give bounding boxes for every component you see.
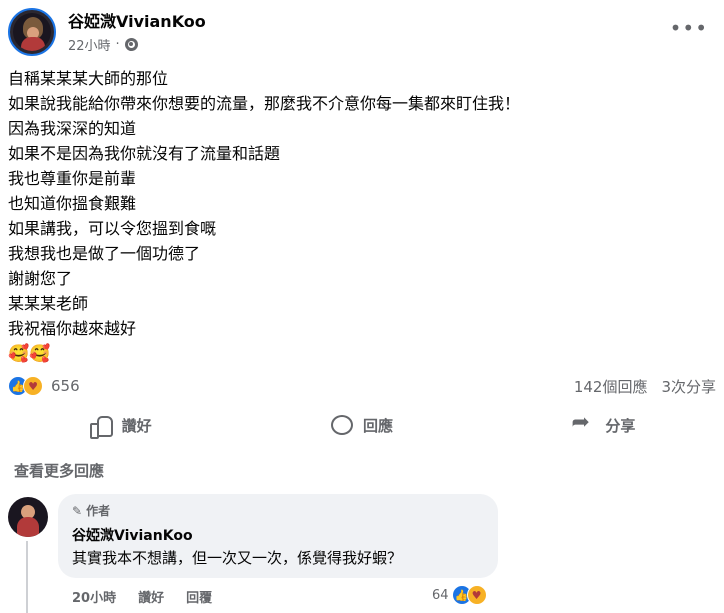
comment-bubble: ✎ 作者 谷婭溦VivianKoo 其實我本不想講，但一次又一次，係覺得我好蝦？ (58, 494, 498, 578)
shares-count[interactable]: 3次分享 (661, 376, 716, 397)
thread-line (26, 541, 28, 613)
care-reaction-icon: ♥ (466, 585, 487, 605)
post-line: 我也尊重你是前輩 (8, 169, 137, 188)
globe-icon (124, 38, 138, 51)
comment-label: 回應 (362, 416, 393, 435)
post-timestamp[interactable]: 22小時 (68, 35, 111, 54)
post-stats: 142個回應 3次分享 (574, 376, 716, 397)
like-label: 讚好 (121, 416, 152, 435)
comment-reply-button[interactable]: 回覆 (186, 587, 212, 606)
comment-button[interactable]: 回應 (241, 404, 482, 446)
comment-reaction-count: 64 (432, 587, 449, 603)
view-more-replies-link[interactable]: 查看更多回應 (14, 460, 104, 481)
post-body: 自稱某某某大師的那位 如果說我能給你帶來你想要的流量，那麼我不介意你每一集都來盯… (8, 66, 520, 341)
post-line: 謝謝您了 (8, 269, 73, 288)
post-action-bar: 讚好 回應 分享 (0, 404, 724, 446)
share-button[interactable]: 分享 (483, 404, 724, 446)
post-line: 我想我也是做了一個功德了 (8, 244, 201, 263)
share-icon (571, 410, 595, 435)
post-author-name[interactable]: 谷婭溦VivianKoo (68, 8, 206, 32)
post-header: 谷婭溦VivianKoo 22小時 · ••• (0, 0, 724, 64)
author-badge: ✎ 作者 (72, 502, 110, 519)
reaction-summary: 👍 ♥ 656 142個回應 3次分享 (8, 374, 716, 398)
comment-timestamp[interactable]: 20小時 (72, 587, 116, 606)
post-line: 如果講我，可以令您搵到食嘅 (8, 219, 217, 238)
care-reaction-icon[interactable]: ♥ (23, 376, 43, 396)
like-button[interactable]: 讚好 (0, 404, 241, 446)
post-line: 也知道你搵食艱難 (8, 194, 137, 213)
comment-author-name[interactable]: 谷婭溦VivianKoo (72, 525, 193, 545)
comment-like-button[interactable]: 讚好 (138, 587, 164, 606)
post-line: 如果不是因為我你就沒有了流量和話題 (8, 144, 281, 163)
comments-count[interactable]: 142個回應 (574, 376, 648, 397)
post-line: 因為我深深的知道 (8, 119, 137, 138)
commenter-avatar[interactable] (8, 497, 48, 537)
thumbs-up-icon (89, 415, 113, 439)
author-badge-label: 作者 (86, 504, 111, 518)
more-icon[interactable]: ••• (670, 16, 708, 40)
comment-reactions[interactable]: 64 👍 ♥ (432, 585, 487, 605)
reaction-count[interactable]: 656 (51, 377, 80, 395)
post-line: 某某某老師 (8, 294, 89, 313)
post-line: 如果說我能給你帶來你想要的流量，那麼我不介意你每一集都來盯住我！ (8, 94, 521, 113)
comment-text: 其實我本不想講，但一次又一次，係覺得我好蝦？ (72, 549, 403, 567)
post-line: 我祝福你越來越好 (8, 319, 137, 338)
post-emoji: 🥰🥰 (8, 344, 51, 364)
pen-icon: ✎ (72, 503, 83, 518)
share-label: 分享 (605, 416, 636, 435)
author-avatar[interactable] (8, 8, 56, 56)
comment-actions: 20小時 讚好 回覆 (72, 587, 212, 606)
post-line: 自稱某某某大師的那位 (8, 69, 169, 88)
comment-icon (330, 415, 353, 435)
post-meta: 22小時 · (68, 35, 138, 54)
